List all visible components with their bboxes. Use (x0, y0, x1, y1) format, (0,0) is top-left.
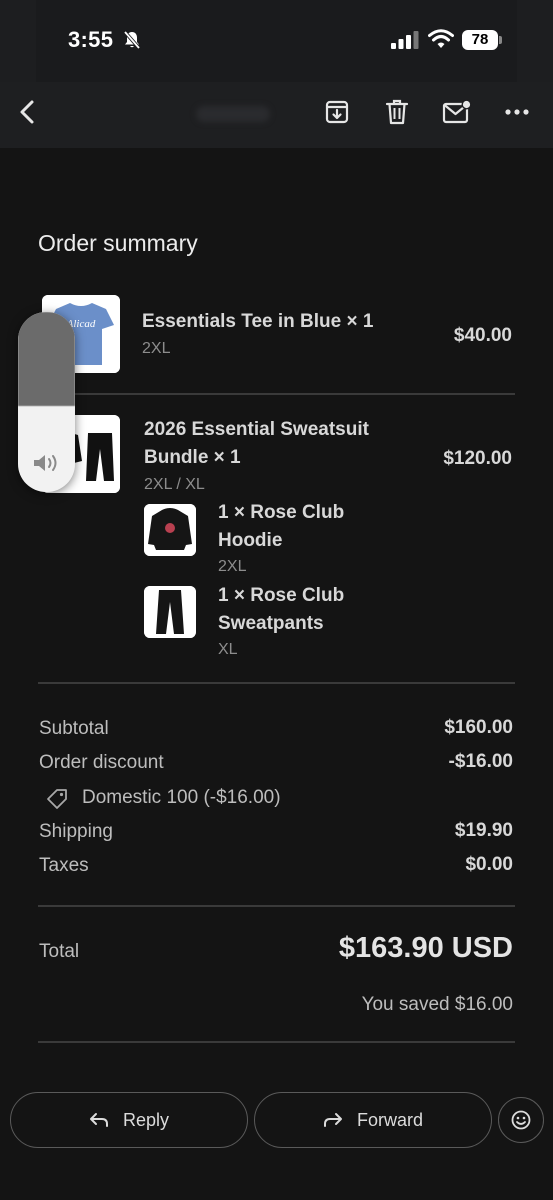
divider (38, 682, 515, 684)
subtotal-label: Subtotal (39, 718, 109, 739)
shipping-label: Shipping (39, 821, 113, 842)
cellular-signal-icon (391, 31, 419, 49)
emoji-reaction-button[interactable] (498, 1097, 544, 1143)
forward-button[interactable]: Forward (254, 1092, 492, 1148)
hoodie-image (144, 504, 196, 556)
status-time: 3:55 (68, 27, 114, 52)
discount-label: Order discount (39, 752, 164, 773)
trash-icon (385, 99, 409, 125)
battery-nub (499, 36, 502, 44)
mark-unread-button[interactable] (441, 96, 473, 128)
taxes-value: $0.00 (465, 854, 513, 875)
item-title: Essentials Tee in Blue × 1 (142, 311, 374, 332)
tag-icon (47, 789, 67, 809)
hoodie-thumbnail (144, 504, 196, 556)
email-toolbar (0, 82, 553, 148)
forward-icon (323, 1113, 342, 1127)
divider (38, 905, 515, 907)
archive-icon (325, 100, 349, 124)
sweatpants-image (144, 586, 196, 638)
shipping-value: $19.90 (454, 820, 513, 841)
reply-button[interactable]: Reply (10, 1092, 248, 1148)
item-variant: 2XL (142, 340, 171, 357)
bundle-title-line1: 2026 Essential Sweatsuit (144, 419, 369, 440)
sweatpants-title-line2: Sweatpants (218, 613, 324, 634)
subject-redacted (196, 106, 270, 122)
smiley-icon (511, 1110, 531, 1130)
hoodie-title-line2: Hoodie (218, 530, 283, 551)
order-summary-heading: Order summary (38, 230, 198, 256)
sweatpants-variant: XL (218, 641, 238, 658)
saved-text: You saved $16.00 (361, 994, 513, 1015)
archive-button[interactable] (321, 96, 353, 128)
reply-label: Reply (122, 1109, 170, 1130)
item-price: $40.00 (453, 325, 512, 346)
mark-unread-icon (442, 99, 472, 124)
wifi-icon (428, 29, 454, 48)
reply-actions-bar: Reply Forward (0, 1078, 553, 1200)
total-label: Total (39, 941, 80, 962)
volume-hud[interactable] (18, 312, 75, 492)
battery-level: 78 (462, 30, 498, 50)
divider (38, 1041, 515, 1043)
silent-bell-icon (123, 30, 141, 50)
more-button[interactable] (501, 96, 533, 128)
more-icon (505, 109, 529, 115)
forward-label: Forward (356, 1109, 423, 1130)
total-value: $163.90 USD (338, 932, 513, 964)
divider (38, 393, 515, 395)
sweatpants-title-line1: 1 × Rose Club (218, 585, 345, 606)
back-button[interactable] (12, 96, 44, 128)
discount-value: -$16.00 (448, 751, 513, 772)
bundle-title-line2: Bundle × 1 (144, 447, 241, 468)
delete-button[interactable] (381, 96, 413, 128)
discount-code: Domestic 100 (-$16.00) (82, 787, 281, 808)
bundle-variant: 2XL / XL (144, 476, 205, 493)
back-arrow-icon (20, 100, 34, 124)
volume-level-empty (18, 312, 75, 406)
taxes-label: Taxes (39, 855, 89, 876)
battery-indicator: 78 (462, 30, 502, 50)
hoodie-variant: 2XL (218, 558, 247, 575)
bundle-price: $120.00 (443, 448, 512, 469)
email-body[interactable]: Order summary Alicad Essentials Tee in B… (0, 148, 553, 1078)
hoodie-title-line1: 1 × Rose Club (218, 502, 345, 523)
reply-icon (89, 1113, 108, 1127)
status-bar: 3:55 78 (0, 0, 553, 82)
speaker-icon (34, 455, 57, 471)
subtotal-value: $160.00 (444, 717, 513, 738)
sweatpants-thumbnail (144, 586, 196, 638)
